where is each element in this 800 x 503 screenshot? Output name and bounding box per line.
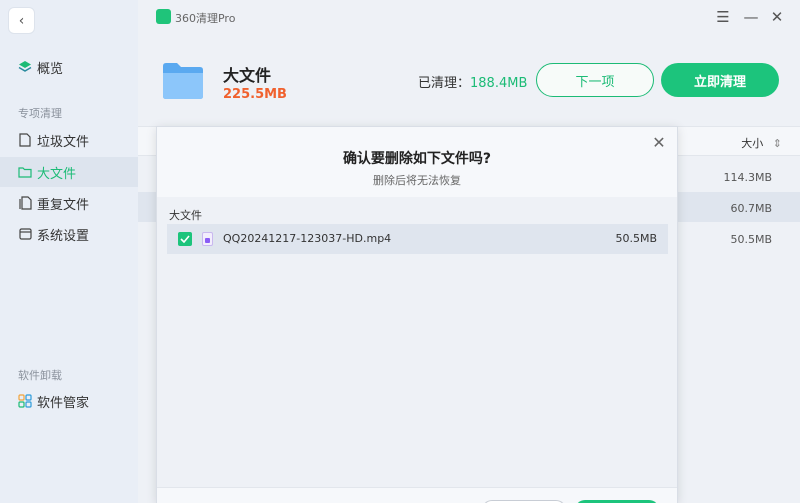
sidebar-item-label: 软件管家 xyxy=(37,395,90,411)
menu-icon: ☰ xyxy=(716,8,730,26)
column-size-header[interactable]: 大小 ⇕ xyxy=(741,135,782,151)
menu-button[interactable]: ☰ xyxy=(714,8,732,26)
clean-now-button[interactable]: 立即清理 xyxy=(661,63,779,97)
category-size: 225.5MB xyxy=(223,87,287,102)
sidebar-item-label: 垃圾文件 xyxy=(37,134,90,150)
cleaned-value: 188.4MB xyxy=(470,76,528,91)
file-checkbox[interactable] xyxy=(178,232,192,246)
dialog-title: 确认要删除如下文件吗? xyxy=(342,151,492,167)
category-header: 大文件 225.5MB 已清理：188.4MB 下一项 立即清理 xyxy=(138,44,800,118)
row-size: 60.7MB xyxy=(730,202,772,215)
app-name: 360清理Pro xyxy=(175,12,236,25)
sidebar-item-overview[interactable]: 概览 xyxy=(0,52,138,82)
section-label-software: 软件卸载 xyxy=(18,369,62,382)
file-name: QQ20241217-123037-HD.mp4 xyxy=(223,232,392,245)
sidebar-item-system-settings[interactable]: 系统设置 xyxy=(0,219,138,249)
section-label-special: 专项清理 xyxy=(18,107,62,120)
sidebar-item-label: 重复文件 xyxy=(37,197,90,213)
duplicate-file-icon xyxy=(18,196,32,210)
sidebar: ‹ 概览 专项清理 垃圾文件 大文件 重复文件 系统设置 软件卸载 软件管家 xyxy=(0,0,138,503)
cleaned-status: 已清理：188.4MB xyxy=(418,72,527,91)
close-button[interactable]: ✕ xyxy=(768,8,786,26)
folder-icon xyxy=(18,165,32,179)
sidebar-item-duplicate-files[interactable]: 重复文件 xyxy=(0,188,138,218)
cleaned-label: 已清理： xyxy=(418,76,471,91)
back-button[interactable]: ‹ xyxy=(8,7,35,34)
apps-grid-icon xyxy=(18,394,32,408)
row-size: 114.3MB xyxy=(723,171,772,184)
title-bar: 360清理Pro ☰ — ✕ xyxy=(138,0,800,34)
document-icon xyxy=(18,133,32,147)
sidebar-item-junk-files[interactable]: 垃圾文件 xyxy=(0,125,138,155)
minimize-icon: — xyxy=(743,8,759,26)
close-icon: ✕ xyxy=(770,8,784,26)
sidebar-item-label: 概览 xyxy=(37,61,64,77)
next-item-button[interactable]: 下一项 xyxy=(536,63,654,97)
confirm-delete-dialog: ✕ 确认要删除如下文件吗? 删除后将无法恢复 大文件 QQ20241217-12… xyxy=(156,126,678,503)
sidebar-item-software-manager[interactable]: 软件管家 xyxy=(0,386,138,416)
row-size: 50.5MB xyxy=(730,233,772,246)
chevron-left-icon: ‹ xyxy=(18,12,25,29)
dialog-footer xyxy=(157,487,677,503)
sidebar-item-large-files[interactable]: 大文件 xyxy=(0,157,138,187)
sidebar-item-label: 系统设置 xyxy=(37,228,90,244)
minimize-button[interactable]: — xyxy=(742,8,760,26)
dialog-subtitle: 删除后将无法恢复 xyxy=(373,174,461,187)
folder-icon xyxy=(162,60,204,100)
file-size: 50.5MB xyxy=(615,232,657,245)
sidebar-item-label: 大文件 xyxy=(37,166,77,182)
column-size-label: 大小 xyxy=(741,137,764,150)
check-icon xyxy=(180,235,190,243)
category-title: 大文件 xyxy=(223,66,272,85)
video-file-icon xyxy=(202,232,213,246)
dialog-header: ✕ 确认要删除如下文件吗? 删除后将无法恢复 xyxy=(157,127,677,197)
list-item[interactable]: QQ20241217-123037-HD.mp4 50.5MB xyxy=(167,224,668,254)
layers-icon xyxy=(18,60,32,74)
file-group-label: 大文件 xyxy=(169,209,202,222)
settings-window-icon xyxy=(18,227,32,241)
app-logo-icon xyxy=(156,9,171,24)
sort-icon: ⇕ xyxy=(772,137,782,150)
